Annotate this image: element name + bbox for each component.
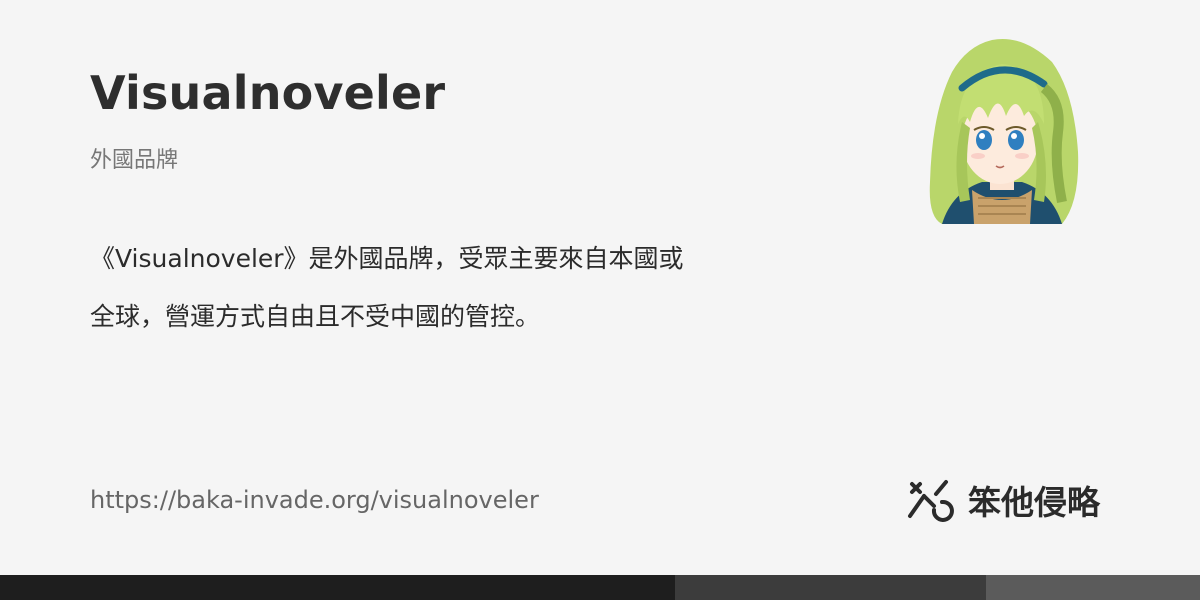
page-subtitle: 外國品牌 xyxy=(90,148,179,173)
stylized-chart-cursor-icon xyxy=(908,480,954,522)
page-title: Visualnoveler xyxy=(90,66,446,120)
brand[interactable]: 笨他侵略 xyxy=(906,476,1100,524)
footer-bar-segment-mid xyxy=(675,575,986,600)
footer-bar-segment-light xyxy=(986,575,1200,600)
footer-bar xyxy=(0,575,1200,600)
footer-bar-segment-dark xyxy=(0,575,675,600)
anime-girl-avatar xyxy=(929,38,1079,224)
description-line-2: 全球，營運方式自由且不受中國的管控。 xyxy=(90,302,541,331)
page-url[interactable]: https://baka-invade.org/visualnoveler xyxy=(90,486,539,514)
page-description: 《Visualnoveler》是外國品牌，受眾主要來自本國或 全球，營運方式自由… xyxy=(90,230,810,346)
description-line-1: 《Visualnoveler》是外國品牌，受眾主要來自本國或 xyxy=(90,244,684,273)
share-card: Visualnoveler 外國品牌 《Visualnoveler》是外國品牌，… xyxy=(0,0,1200,600)
brand-name: 笨他侵略 xyxy=(968,483,1100,522)
